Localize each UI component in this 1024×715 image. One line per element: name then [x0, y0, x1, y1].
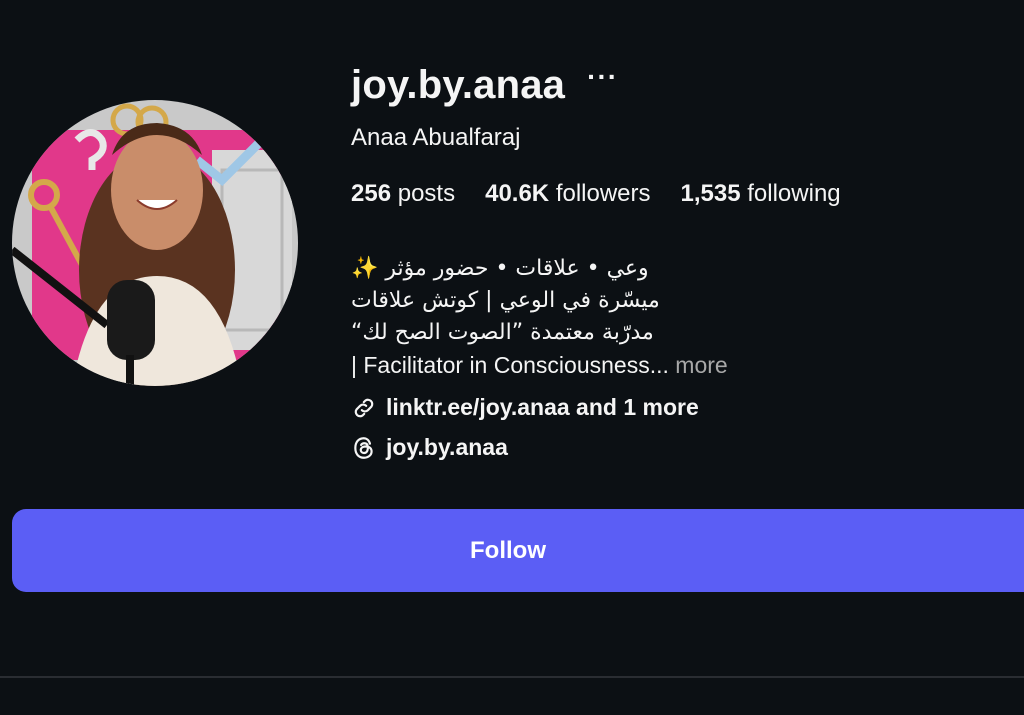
username-row: joy.by.anaa ···: [351, 60, 1011, 110]
profile-full-name: Anaa Abualfaraj: [351, 124, 521, 151]
bio-line-2: ميسّرة في الوعي | كوتش علاقات: [351, 288, 660, 313]
following-stat[interactable]: 1,535 following: [681, 180, 841, 208]
profile-info: joy.by.anaa ··· Anaa Abualfaraj 256 post…: [351, 60, 1011, 461]
section-divider: [0, 676, 1024, 678]
avatar-image: [12, 100, 298, 386]
followers-stat[interactable]: 40.6K followers: [485, 180, 650, 208]
followers-count: 40.6K: [485, 180, 550, 207]
external-link-text: linktr.ee/joy.anaa and 1 more: [386, 394, 699, 420]
profile-username: joy.by.anaa: [351, 62, 566, 107]
bio-line-4-wrap: | Facilitator in Consciousness... more: [351, 349, 728, 381]
bio-line-1: وعي • علاقات • حضور مؤثر ✨: [351, 256, 649, 281]
following-count: 1,535: [680, 180, 741, 207]
threads-handle: joy.by.anaa: [386, 434, 508, 460]
posts-label: posts: [397, 180, 456, 207]
threads-icon: [354, 436, 373, 459]
profile-avatar[interactable]: [12, 100, 298, 386]
ellipsis-icon[interactable]: ···: [587, 63, 618, 91]
bio-line-3: مدرّبة معتمدة ”الصوت الصح لك“: [351, 320, 654, 345]
followers-label: followers: [555, 180, 651, 207]
bio-line-4: | Facilitator in Consciousness...: [351, 352, 669, 378]
profile-stats: 256 posts 40.6K followers 1,535 followin…: [351, 180, 871, 208]
bio-more-link[interactable]: more: [675, 352, 727, 378]
threads-link[interactable]: joy.by.anaa: [351, 434, 508, 461]
link-icon: [354, 398, 374, 417]
external-link[interactable]: linktr.ee/joy.anaa and 1 more: [351, 394, 699, 421]
posts-count: 256: [351, 180, 392, 207]
posts-stat[interactable]: 256 posts: [351, 180, 455, 208]
following-label: following: [747, 180, 841, 207]
profile-bio: وعي • علاقات • حضور مؤثر ✨ ميسّرة في الو…: [351, 253, 728, 381]
follow-button[interactable]: Follow: [12, 509, 1024, 592]
